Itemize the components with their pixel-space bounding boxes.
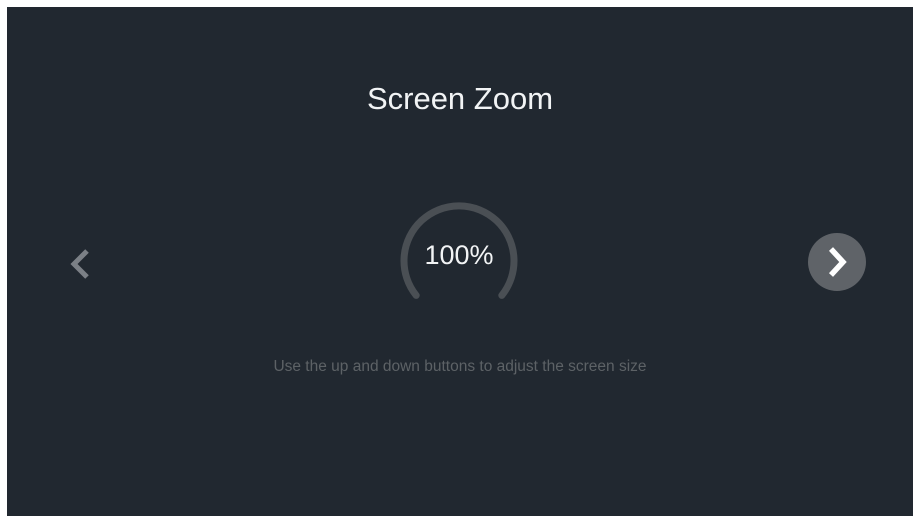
previous-button[interactable]	[61, 240, 101, 288]
next-button[interactable]	[808, 233, 866, 291]
instruction-text: Use the up and down buttons to adjust th…	[273, 358, 647, 375]
screen-zoom-panel: Screen Zoom 100% Use the up and down but…	[7, 7, 913, 516]
chevron-right-icon	[828, 247, 847, 277]
page-title: Screen Zoom	[366, 81, 554, 116]
zoom-value: 100%	[424, 240, 494, 270]
chevron-left-icon	[70, 249, 89, 279]
